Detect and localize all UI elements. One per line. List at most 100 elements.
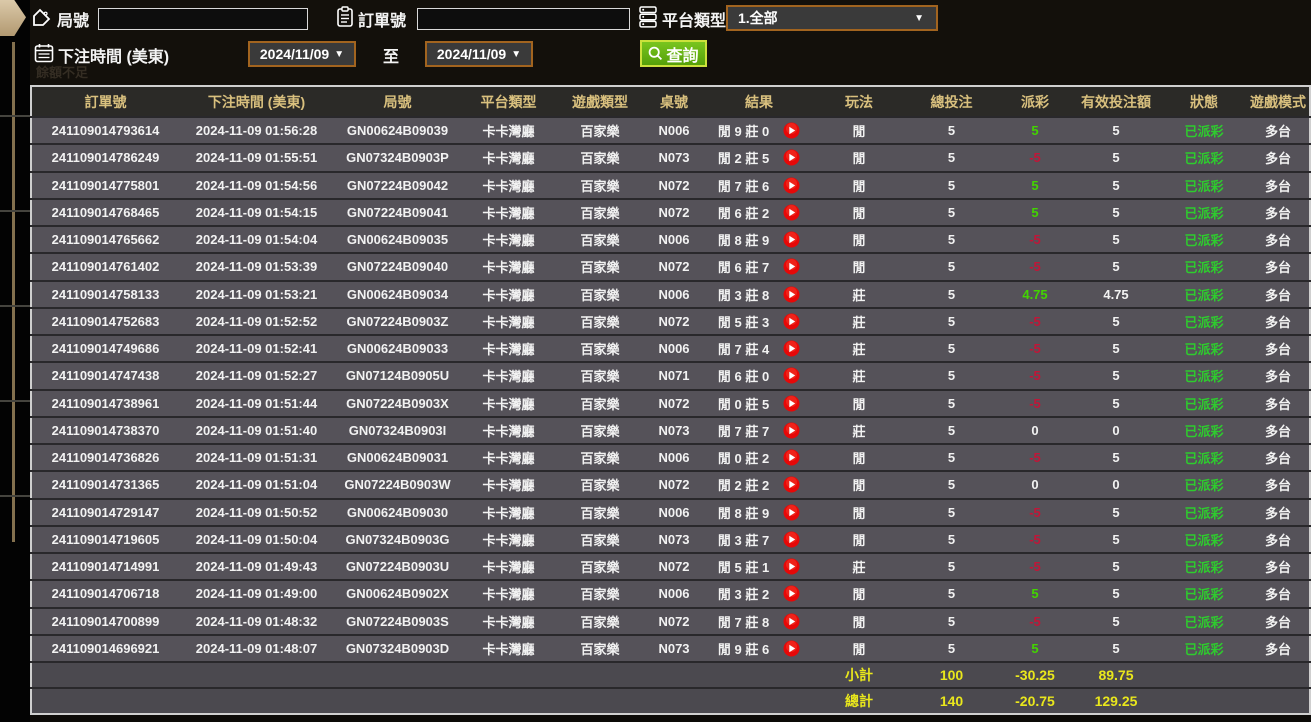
play-video-icon[interactable] xyxy=(783,177,800,194)
cell-platform: 卡卡灣廳 xyxy=(461,497,556,526)
table-row: 241109014738370 2024-11-09 01:51:40 GN0732… xyxy=(31,415,1310,444)
play-video-icon[interactable] xyxy=(783,504,800,521)
play-video-icon[interactable] xyxy=(783,231,800,248)
cell-platform: 卡卡灣廳 xyxy=(461,306,556,335)
cell-bet-time: 2024-11-09 01:51:40 xyxy=(179,415,334,444)
table-row: 241109014706718 2024-11-09 01:49:00 GN0062… xyxy=(31,579,1310,608)
cell-table-no: N072 xyxy=(644,388,704,417)
play-video-icon[interactable] xyxy=(783,258,800,275)
total-valid-bet: 129.25 xyxy=(1071,687,1161,714)
cell-valid-bet: 5 xyxy=(1071,497,1161,526)
subtotal-label: 小計 xyxy=(814,661,904,688)
cell-total-bet: 5 xyxy=(904,333,999,363)
cell-status: 已派彩 xyxy=(1161,442,1247,472)
platform-type-select[interactable]: 1.全部 ▼ xyxy=(726,5,938,31)
date-to-select[interactable]: 2024/11/09 ▼ xyxy=(425,41,533,67)
total-spacer xyxy=(31,687,814,714)
cell-payout: -5 xyxy=(999,388,1071,417)
cell-play: 莊 xyxy=(814,551,904,581)
cell-game-type: 百家樂 xyxy=(556,633,644,662)
result-text: 閒 9 莊 0 xyxy=(717,124,770,140)
play-video-icon[interactable] xyxy=(783,531,800,548)
play-video-icon[interactable] xyxy=(783,395,800,412)
play-video-icon[interactable] xyxy=(783,558,800,575)
table-row: 241109014775801 2024-11-09 01:54:56 GN0722… xyxy=(31,170,1310,199)
round-id-input[interactable] xyxy=(98,8,308,30)
total-payout: -20.75 xyxy=(999,687,1071,714)
play-video-icon[interactable] xyxy=(783,286,800,303)
cell-play: 閒 xyxy=(814,252,904,281)
cell-round-id: GN00624B09033 xyxy=(334,333,461,363)
order-id-input[interactable] xyxy=(417,8,630,30)
play-video-icon[interactable] xyxy=(783,122,800,139)
cell-platform: 卡卡灣廳 xyxy=(461,415,556,444)
play-video-icon[interactable] xyxy=(783,149,800,166)
play-video-icon[interactable] xyxy=(783,313,800,330)
play-video-icon[interactable] xyxy=(783,449,800,466)
cell-status: 已派彩 xyxy=(1161,143,1247,172)
cell-mode: 多台 xyxy=(1247,470,1310,499)
cell-platform: 卡卡灣廳 xyxy=(461,551,556,581)
cell-order-id: 241109014793614 xyxy=(31,115,179,145)
background-divider xyxy=(0,400,30,402)
play-video-icon[interactable] xyxy=(783,640,800,657)
cell-total-bet: 5 xyxy=(904,633,999,662)
cell-payout: -5 xyxy=(999,361,1071,390)
records-table-container: 訂單號 下注時間 (美東) 局號 平台類型 遊戲類型 桌號 結果 玩法 總投注 派彩 有效投注額 狀態… xyxy=(30,85,1311,715)
search-button[interactable]: 查詢 xyxy=(640,40,707,67)
cell-order-id: 241109014719605 xyxy=(31,524,179,553)
play-video-icon[interactable] xyxy=(783,613,800,630)
play-video-icon[interactable] xyxy=(783,476,800,493)
cell-valid-bet: 5 xyxy=(1071,442,1161,472)
cell-status: 已派彩 xyxy=(1161,224,1247,254)
subtotal-row: 小計 100 -30.25 89.75 xyxy=(31,661,1310,688)
play-video-icon[interactable] xyxy=(783,585,800,602)
cell-game-type: 百家樂 xyxy=(556,306,644,335)
cell-platform: 卡卡灣廳 xyxy=(461,170,556,199)
cell-valid-bet: 5 xyxy=(1071,606,1161,635)
cell-total-bet: 5 xyxy=(904,497,999,526)
cell-payout: 0 xyxy=(999,415,1071,444)
cell-game-type: 百家樂 xyxy=(556,442,644,472)
cell-game-type: 百家樂 xyxy=(556,579,644,608)
cell-order-id: 241109014747438 xyxy=(31,361,179,390)
play-video-icon[interactable] xyxy=(783,340,800,357)
cell-result: 閒 6 莊 2 xyxy=(704,197,814,226)
cell-table-no: N006 xyxy=(644,497,704,526)
cell-order-id: 241109014786249 xyxy=(31,143,179,172)
cell-game-type: 百家樂 xyxy=(556,224,644,254)
background-divider xyxy=(0,210,30,212)
platform-type-label: 平台類型 xyxy=(662,13,727,30)
cell-valid-bet: 5 xyxy=(1071,361,1161,390)
cell-result: 閒 8 莊 9 xyxy=(704,224,814,254)
table-row: 241109014731365 2024-11-09 01:51:04 GN0722… xyxy=(31,470,1310,499)
cell-table-no: N073 xyxy=(644,633,704,662)
cell-mode: 多台 xyxy=(1247,415,1310,444)
play-video-icon[interactable] xyxy=(783,204,800,221)
cell-bet-time: 2024-11-09 01:50:04 xyxy=(179,524,334,553)
cell-play: 閒 xyxy=(814,388,904,417)
cell-mode: 多台 xyxy=(1247,388,1310,417)
cell-play: 莊 xyxy=(814,415,904,444)
cell-play: 莊 xyxy=(814,306,904,335)
cell-mode: 多台 xyxy=(1247,361,1310,390)
result-text: 閒 6 莊 7 xyxy=(717,260,770,276)
cell-payout: 0 xyxy=(999,470,1071,499)
cell-play: 閒 xyxy=(814,524,904,553)
cell-valid-bet: 4.75 xyxy=(1071,279,1161,308)
cell-mode: 多台 xyxy=(1247,224,1310,254)
cell-status: 已派彩 xyxy=(1161,388,1247,417)
cell-payout: -5 xyxy=(999,224,1071,254)
play-video-icon[interactable] xyxy=(783,422,800,439)
cell-table-no: N006 xyxy=(644,442,704,472)
date-from-select[interactable]: 2024/11/09 ▼ xyxy=(248,41,356,67)
cell-order-id: 241109014758133 xyxy=(31,279,179,308)
cell-mode: 多台 xyxy=(1247,252,1310,281)
cell-mode: 多台 xyxy=(1247,306,1310,335)
cell-valid-bet: 5 xyxy=(1071,388,1161,417)
cell-total-bet: 5 xyxy=(904,143,999,172)
play-video-icon[interactable] xyxy=(783,367,800,384)
cell-play: 閒 xyxy=(814,606,904,635)
table-row: 241109014752683 2024-11-09 01:52:52 GN0722… xyxy=(31,306,1310,335)
table-header-row: 訂單號 下注時間 (美東) 局號 平台類型 遊戲類型 桌號 結果 玩法 總投注 派彩 有效投注額 狀態… xyxy=(31,86,1310,117)
